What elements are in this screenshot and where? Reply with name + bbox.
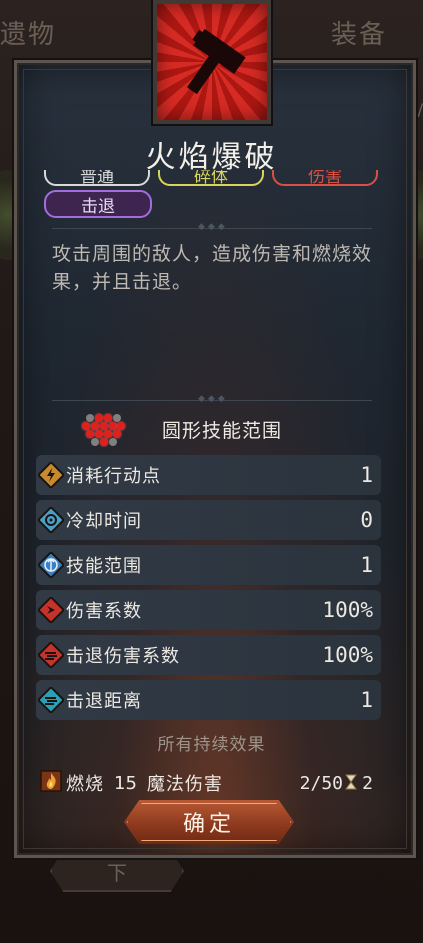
stat-label: 冷却时间: [66, 511, 142, 532]
stat-label: 伤害系数: [66, 601, 142, 622]
effect-turns: 2: [362, 772, 373, 794]
stat-value: 1: [360, 463, 373, 487]
skill-description: 攻击周围的敌人，造成伤害和燃烧效果，并且击退。: [52, 243, 373, 293]
divider-middle-ornament: ◆◆◆: [198, 394, 228, 404]
stat-row-range: 技能范围 1: [36, 545, 381, 585]
effect-type: 魔法伤害: [146, 774, 223, 795]
damage-icon: [38, 597, 64, 623]
range-shape-label: 圆形技能范围: [162, 419, 283, 442]
tag-knockback: 击退: [44, 190, 152, 218]
background-tab-equipment: 装备: [330, 20, 387, 50]
confirm-button[interactable]: 确定: [124, 800, 294, 844]
effect-row-burn: 燃烧 15 魔法伤害 2/50 2: [40, 769, 375, 797]
tag-damage: 伤害: [272, 170, 378, 186]
effects-title: 所有持续效果: [157, 735, 266, 755]
range-icon: [38, 552, 64, 578]
effect-amount: 15: [114, 772, 137, 794]
stat-label: 消耗行动点: [66, 466, 161, 487]
knockback-damage-icon: [38, 642, 64, 668]
stat-value: 1: [360, 688, 373, 712]
confirm-button-label: 确定: [182, 812, 235, 837]
tag-normal: 普通: [44, 170, 150, 186]
hourglass-icon: [345, 774, 357, 790]
stat-label: 击退伤害系数: [66, 646, 180, 667]
stat-row-damage: 伤害系数 100%: [36, 590, 381, 630]
cooldown-icon: [38, 507, 64, 533]
stat-label: 击退距离: [66, 691, 142, 712]
stat-value: 100%: [322, 598, 373, 622]
skill-icon: [153, 0, 271, 124]
effect-stacks: 2/50: [299, 772, 343, 794]
tag-shatter: 碎体: [158, 170, 264, 186]
range-shape-row: 圆形技能范围: [82, 412, 282, 446]
skill-stats-list: 消耗行动点 1 冷却时间 0 技能范围 1 伤害系数 100% 击退伤害系数 1…: [36, 455, 381, 725]
divider-top-ornament: ◆◆◆: [198, 222, 228, 232]
stat-value: 1: [360, 553, 373, 577]
background-tab-relics: 遗物: [0, 20, 57, 50]
stat-value: 0: [360, 508, 373, 532]
stat-row-cooldown: 冷却时间 0: [36, 500, 381, 540]
stat-row-knockback-distance: 击退距离 1: [36, 680, 381, 720]
action-point-icon: [38, 462, 64, 488]
burn-icon: [40, 769, 62, 797]
skill-tags: 普通 碎体 伤害: [44, 170, 378, 186]
hammer-icon: [187, 28, 246, 95]
hex-range-icon: [82, 412, 125, 446]
knockback-distance-icon: [38, 687, 64, 713]
stat-label: 技能范围: [66, 556, 142, 577]
stat-value: 100%: [322, 643, 373, 667]
stat-row-action-points: 消耗行动点 1: [36, 455, 381, 495]
stat-row-knockback-damage: 击退伤害系数 100%: [36, 635, 381, 675]
effect-name: 燃烧: [66, 774, 104, 795]
